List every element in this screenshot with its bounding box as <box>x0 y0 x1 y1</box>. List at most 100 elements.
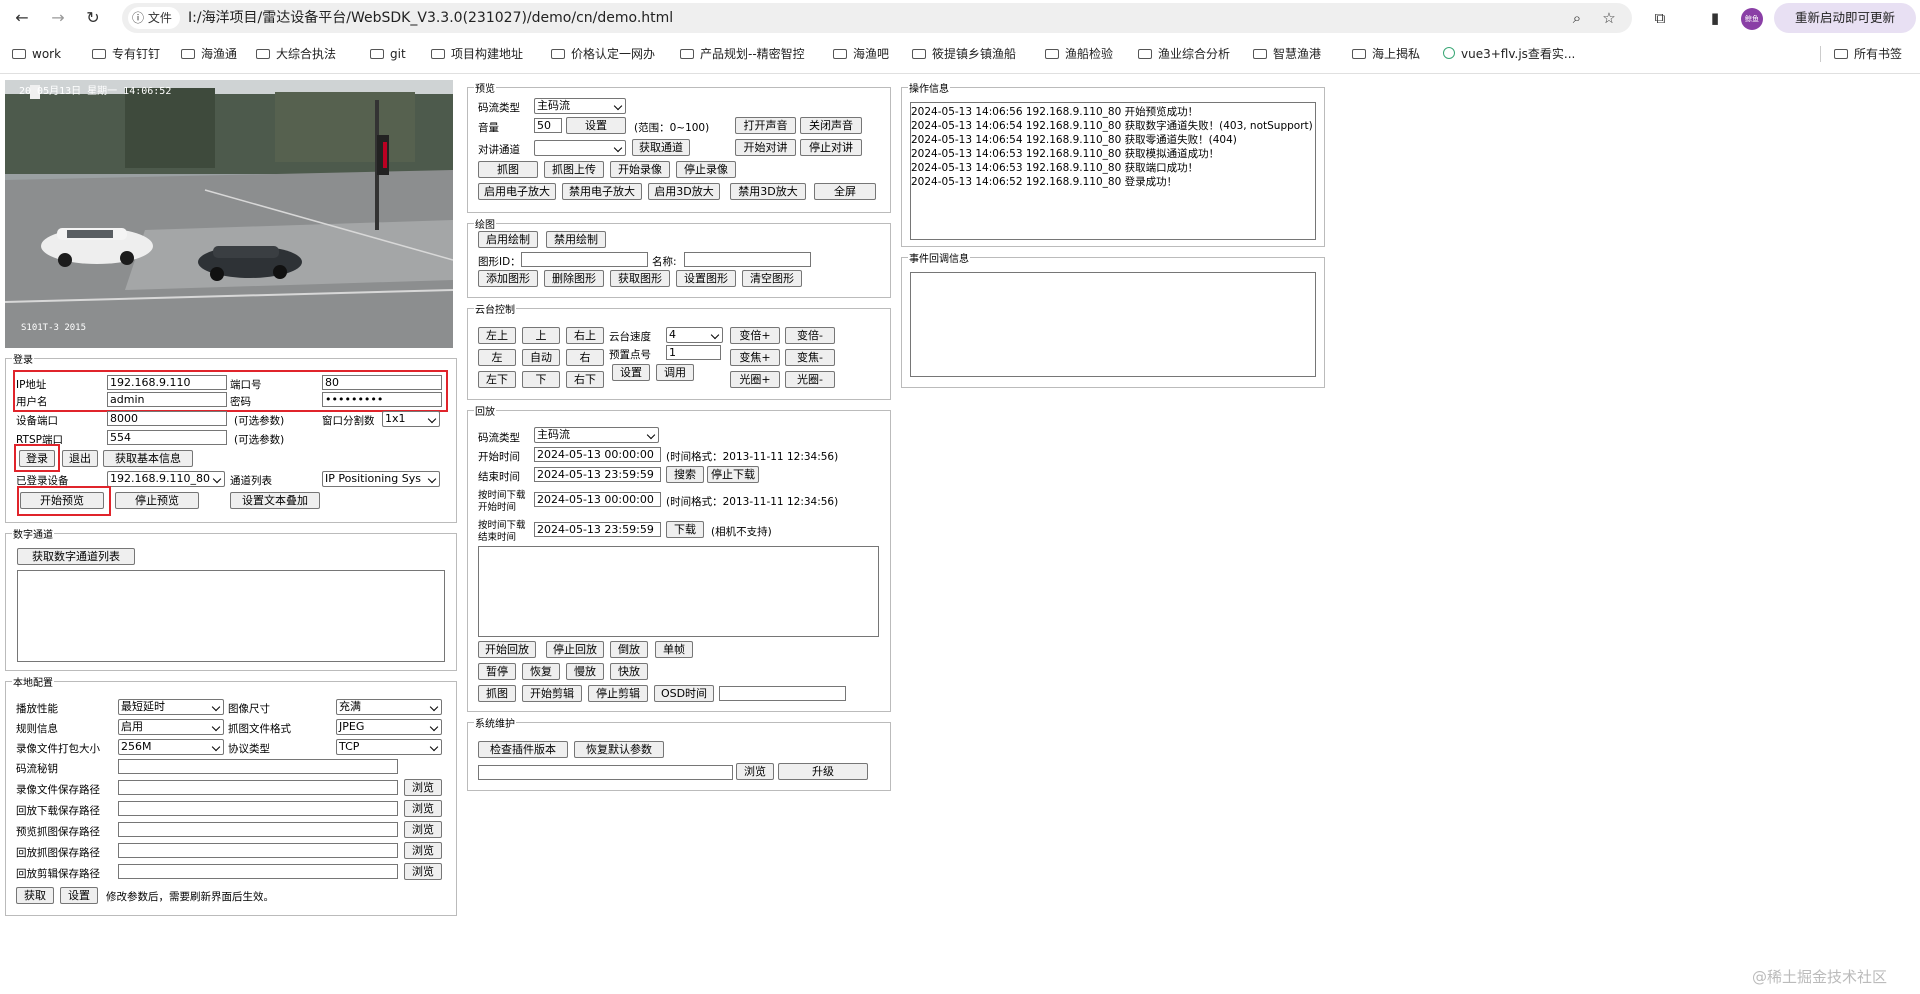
ptz-down-left-button[interactable]: 左下 <box>478 371 516 388</box>
ptz-auto-button[interactable]: 自动 <box>522 349 560 366</box>
talk-channel-select[interactable] <box>534 140 626 156</box>
get-config-button[interactable]: 获取 <box>16 887 54 904</box>
browse-button[interactable]: 浏览 <box>404 779 442 796</box>
pb-end-field[interactable]: 2024-05-13 23:59:59 <box>534 467 661 482</box>
volume-set-button[interactable]: 设置 <box>566 117 626 134</box>
close-sound-button[interactable]: 关闭声音 <box>800 117 862 134</box>
start-talk-button[interactable]: 开始对讲 <box>735 139 796 156</box>
fullscreen-button[interactable]: 全屏 <box>814 183 876 200</box>
digital-channel-list[interactable] <box>17 570 445 662</box>
device-port-field[interactable]: 8000 <box>107 411 227 426</box>
playback-file-list[interactable] <box>478 546 879 637</box>
clear-shape-button[interactable]: 清空图形 <box>742 270 802 287</box>
ptz-down-right-button[interactable]: 右下 <box>566 371 604 388</box>
osd-time-field[interactable] <box>719 686 846 701</box>
shape-id-field[interactable] <box>521 252 648 267</box>
browse-button[interactable]: 浏览 <box>404 821 442 838</box>
ptz-left-button[interactable]: 左 <box>478 349 516 366</box>
bookmark-4[interactable]: git <box>370 41 406 67</box>
start-playback-button[interactable]: 开始回放 <box>478 641 536 658</box>
check-plugin-version-button[interactable]: 检查插件版本 <box>478 741 568 758</box>
rtsp-field[interactable]: 554 <box>107 430 227 445</box>
enable-3d-zoom-button[interactable]: 启用3D放大 <box>648 183 720 200</box>
ptz-up-button[interactable]: 上 <box>522 327 560 344</box>
resume-button[interactable]: 恢复 <box>522 663 560 680</box>
operation-log-box[interactable]: 2024-05-13 14:06:56 192.168.9.110_80 开始预… <box>910 102 1316 240</box>
stop-preview-button[interactable]: 停止预览 <box>115 492 199 509</box>
capture-format-select[interactable]: JPEG <box>336 719 442 735</box>
disable-draw-button[interactable]: 禁用绘制 <box>546 231 606 248</box>
ptz-speed-select[interactable]: 4 <box>666 327 723 343</box>
focus-in-button[interactable]: 变焦+ <box>730 349 780 366</box>
delete-shape-button[interactable]: 删除图形 <box>544 270 604 287</box>
capture-upload-button[interactable]: 抓图上传 <box>544 161 604 178</box>
osd-time-button[interactable]: OSD时间 <box>654 685 714 702</box>
disable-ezoom-button[interactable]: 禁用电子放大 <box>562 183 642 200</box>
extensions-icon[interactable]: ⧉ <box>1650 8 1670 28</box>
bookmark-8[interactable]: 海渔吧 <box>833 41 889 67</box>
stop-record-button[interactable]: 停止录像 <box>676 161 736 178</box>
rule-info-select[interactable]: 启用 <box>118 719 224 735</box>
pb-start-field[interactable]: 2024-05-13 00:00:00 <box>534 447 661 462</box>
browse-button[interactable]: 浏览 <box>404 863 442 880</box>
stream-secret-field[interactable] <box>118 759 398 774</box>
bookmark-3[interactable]: 大综合执法 <box>256 41 336 67</box>
download-path-field[interactable] <box>118 801 398 816</box>
single-frame-button[interactable]: 单帧 <box>655 641 693 658</box>
shape-name-field[interactable] <box>684 252 811 267</box>
browse-button[interactable]: 浏览 <box>404 800 442 817</box>
bookmark-9[interactable]: 筱提镇乡镇渔船 <box>912 41 1016 67</box>
upgrade-button[interactable]: 升级 <box>778 763 868 780</box>
get-basic-info-button[interactable]: 获取基本信息 <box>103 450 193 467</box>
bookmark-1[interactable]: 专有钉钉 <box>92 41 160 67</box>
browse-button[interactable]: 浏览 <box>404 842 442 859</box>
logout-button[interactable]: 退出 <box>62 450 98 467</box>
bookmark-13[interactable]: 海上揭私 <box>1352 41 1420 67</box>
pack-size-select[interactable]: 256M <box>118 739 224 755</box>
all-bookmarks[interactable]: 所有书签 <box>1834 41 1902 67</box>
side-panel-icon[interactable]: ▮ <box>1705 8 1725 28</box>
text-overlay-button[interactable]: 设置文本叠加 <box>230 492 320 509</box>
pb-stream-select[interactable]: 主码流 <box>534 427 659 443</box>
set-config-button[interactable]: 设置 <box>60 887 98 904</box>
enable-ezoom-button[interactable]: 启用电子放大 <box>478 183 556 200</box>
protocol-select[interactable]: TCP <box>336 739 442 755</box>
zoom-out-button[interactable]: 变倍- <box>785 327 835 344</box>
reload-icon[interactable]: ↻ <box>82 7 104 29</box>
bookmark-6[interactable]: 价格认定一网办 <box>551 41 655 67</box>
upgrade-file-field[interactable] <box>478 765 733 780</box>
pause-button[interactable]: 暂停 <box>478 663 516 680</box>
get-channel-button[interactable]: 获取通道 <box>632 139 690 156</box>
open-sound-button[interactable]: 打开声音 <box>735 117 796 134</box>
fast-button[interactable]: 快放 <box>610 663 648 680</box>
bookmark-11[interactable]: 渔业综合分析 <box>1138 41 1230 67</box>
bookmark-12[interactable]: 智慧渔港 <box>1253 41 1321 67</box>
get-digital-channels-button[interactable]: 获取数字通道列表 <box>17 548 135 565</box>
playback-capture-path-field[interactable] <box>118 843 398 858</box>
preset-call-button[interactable]: 调用 <box>656 364 694 381</box>
start-clip-button[interactable]: 开始剪辑 <box>522 685 582 702</box>
record-path-field[interactable] <box>118 780 398 795</box>
start-record-button[interactable]: 开始录像 <box>610 161 670 178</box>
playback-clip-path-field[interactable] <box>118 864 398 879</box>
iris-close-button[interactable]: 光圈- <box>785 371 835 388</box>
logged-device-select[interactable]: 192.168.9.110_80 <box>107 471 225 487</box>
channel-list-select[interactable]: IP Positioning Sys <box>322 471 440 487</box>
stop-download-button[interactable]: 停止下载 <box>707 466 759 483</box>
stop-clip-button[interactable]: 停止剪辑 <box>588 685 648 702</box>
image-size-select[interactable]: 充满 <box>336 699 442 715</box>
event-callback-box[interactable] <box>910 272 1316 377</box>
bookmark-2[interactable]: 海渔通 <box>181 41 237 67</box>
play-perf-select[interactable]: 最短延时 <box>118 699 224 715</box>
ptz-up-right-button[interactable]: 右上 <box>566 327 604 344</box>
ptz-down-button[interactable]: 下 <box>522 371 560 388</box>
back-icon[interactable]: ← <box>11 7 33 29</box>
disable-3d-zoom-button[interactable]: 禁用3D放大 <box>730 183 806 200</box>
dl-start-field[interactable]: 2024-05-13 00:00:00 <box>534 492 661 507</box>
search-button[interactable]: 搜索 <box>666 466 704 483</box>
window-split-select[interactable]: 1x1 <box>382 411 440 427</box>
avatar[interactable]: 鲸鱼 <box>1741 8 1763 30</box>
preset-field[interactable]: 1 <box>666 345 721 360</box>
zoom-in-button[interactable]: 变倍+ <box>730 327 780 344</box>
bookmark-7[interactable]: 产品规划--精密智控 <box>680 41 805 67</box>
